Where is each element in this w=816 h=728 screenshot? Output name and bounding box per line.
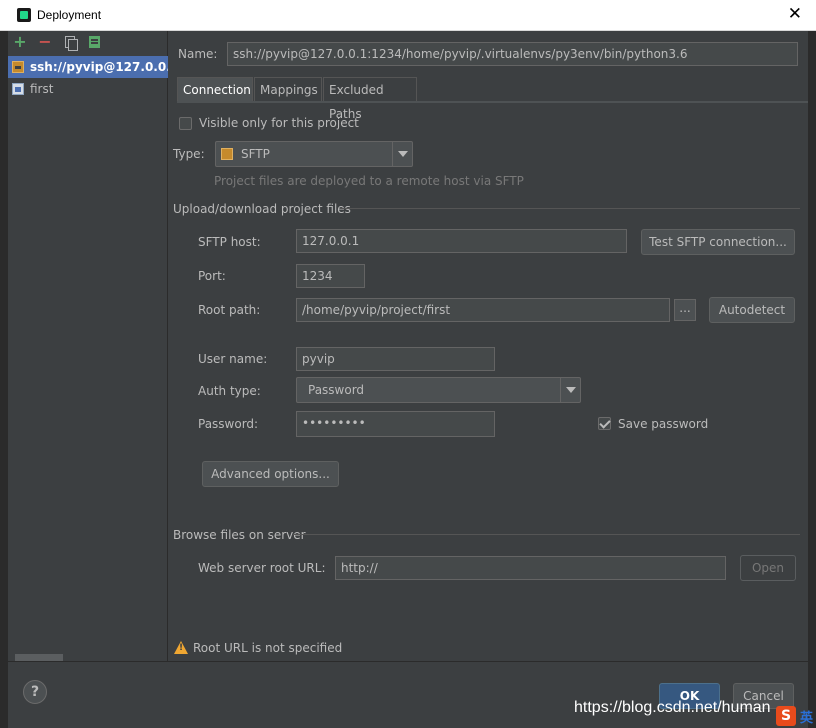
section-divider xyxy=(340,208,800,209)
use-as-default-icon[interactable] xyxy=(87,34,103,50)
sftp-type-icon xyxy=(221,148,233,160)
chevron-down-icon xyxy=(392,142,412,166)
server-item-label: first xyxy=(30,82,54,96)
warning-text: Root URL is not specified xyxy=(193,641,343,655)
sftp-server-icon xyxy=(12,61,24,73)
warning-icon xyxy=(174,641,188,654)
name-label: Name: xyxy=(178,47,218,61)
ime-sogou-icon[interactable]: S xyxy=(776,706,796,726)
auth-type-label: Auth type: xyxy=(198,384,261,398)
user-name-field[interactable]: pyvip xyxy=(296,347,495,371)
window-title: Deployment xyxy=(37,8,102,22)
browse-section-title: Browse files on server xyxy=(173,528,306,542)
server-toolbar: + − xyxy=(8,31,168,56)
window-frame-left xyxy=(0,31,8,728)
sftp-host-label: SFTP host: xyxy=(198,235,261,249)
server-list-panel: + − ssh://pyvip@127.0.0.1:1234 first xyxy=(8,31,168,661)
save-password-checkbox[interactable] xyxy=(598,417,611,430)
port-label: Port: xyxy=(198,269,226,283)
add-server-icon[interactable]: + xyxy=(12,34,28,50)
close-icon[interactable]: ✕ xyxy=(788,4,802,24)
open-button[interactable]: Open xyxy=(740,555,796,581)
web-root-label: Web server root URL: xyxy=(198,561,326,575)
root-path-field[interactable]: /home/pyvip/project/first xyxy=(296,298,670,322)
chevron-down-icon xyxy=(560,378,580,402)
user-name-label: User name: xyxy=(198,352,268,366)
tab-excluded-paths[interactable]: Excluded Paths xyxy=(323,77,417,121)
password-label: Password: xyxy=(198,417,259,431)
server-item-first[interactable]: first xyxy=(8,78,168,100)
browse-path-button[interactable]: ... xyxy=(674,299,696,321)
copy-server-icon[interactable] xyxy=(62,34,78,51)
server-list: ssh://pyvip@127.0.0.1:1234 first xyxy=(8,56,168,100)
pycharm-app-icon xyxy=(17,8,31,22)
auth-type-select[interactable]: Password xyxy=(296,377,581,403)
watermark-text: https://blog.csdn.net/human xyxy=(574,699,771,716)
name-field[interactable]: ssh://pyvip@127.0.0.1:1234/home/pyvip/.v… xyxy=(227,42,798,66)
type-hint: Project files are deployed to a remote h… xyxy=(214,174,524,188)
visible-only-label: Visible only for this project xyxy=(199,116,359,130)
web-root-url-field[interactable]: http:// xyxy=(335,556,726,580)
footer-divider xyxy=(8,661,808,662)
window-frame-right xyxy=(808,31,816,728)
tab-mappings[interactable]: Mappings xyxy=(254,77,322,101)
password-field[interactable]: ••••••••• xyxy=(296,411,495,437)
sftp-host-field[interactable]: 127.0.0.1 xyxy=(296,229,627,253)
autodetect-button[interactable]: Autodetect xyxy=(709,297,795,323)
auth-type-value: Password xyxy=(308,383,365,397)
remove-server-icon[interactable]: − xyxy=(37,34,53,50)
type-select-value: SFTP xyxy=(241,147,270,161)
help-icon[interactable]: ? xyxy=(23,680,47,704)
horizontal-scrollbar[interactable] xyxy=(15,654,63,661)
type-select[interactable]: SFTP xyxy=(215,141,413,167)
advanced-options-button[interactable]: Advanced options... xyxy=(202,461,339,487)
root-path-label: Root path: xyxy=(198,303,261,317)
tab-connection[interactable]: Connection xyxy=(177,77,253,101)
ime-language-indicator[interactable]: 英 xyxy=(800,707,813,726)
title-bar: Deployment ✕ xyxy=(0,0,816,31)
test-connection-button[interactable]: Test SFTP connection... xyxy=(641,229,795,255)
server-item-label: ssh://pyvip@127.0.0.1:1234 xyxy=(30,60,168,74)
port-field[interactable]: 1234 xyxy=(296,264,365,288)
section-divider xyxy=(293,534,800,535)
visible-only-checkbox[interactable] xyxy=(179,117,192,130)
upload-section-title: Upload/download project files xyxy=(173,202,351,216)
save-password-label: Save password xyxy=(618,417,709,431)
server-item-ssh[interactable]: ssh://pyvip@127.0.0.1:1234 xyxy=(8,56,168,78)
tab-underline xyxy=(177,101,808,103)
type-label: Type: xyxy=(173,147,205,161)
ftp-server-icon xyxy=(12,83,24,95)
